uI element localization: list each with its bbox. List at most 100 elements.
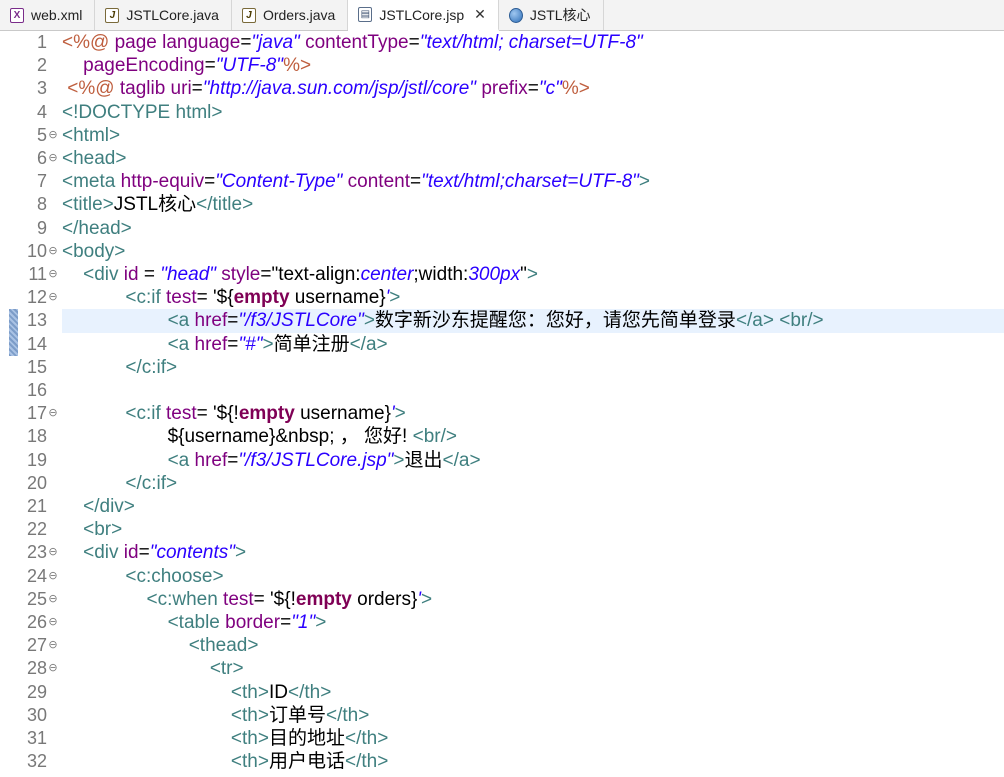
code-token: 数字新沙东提醒您：您好，请您先简单登录 <box>374 310 736 332</box>
close-tab-icon[interactable]: ✕ <box>474 6 486 23</box>
line-number: 3 <box>36 78 47 99</box>
code-token: </a> <box>442 449 481 471</box>
code-token: content <box>347 171 410 193</box>
code-line[interactable]: 1 <%@ page language="java" contentType="t… <box>0 31 1004 54</box>
code-line[interactable]: 21 </div> <box>0 495 1004 518</box>
code-line[interactable]: 32 <th>用户电话</th> <box>0 750 1004 773</box>
code-text: <div id="contents"> <box>62 541 1004 564</box>
tab-label: web.xml <box>31 7 83 23</box>
tab-web-xml[interactable]: Xweb.xml <box>0 0 96 30</box>
code-line[interactable]: 27 ⊖ <thead> <box>0 634 1004 657</box>
code-line[interactable]: 28 ⊖ <tr> <box>0 657 1004 680</box>
code-line[interactable]: 24 ⊖ <c:choose> <box>0 565 1004 588</box>
code-text: <c:when test= '${!empty orders}'> <box>62 588 1004 611</box>
code-line[interactable]: 26 ⊖ <table border="1"> <box>0 611 1004 634</box>
code-token: ID <box>268 681 288 703</box>
code-line[interactable]: 22 <br> <box>0 518 1004 541</box>
fold-toggle-icon[interactable]: ⊖ <box>48 611 58 634</box>
tab-jstlcore-jsp[interactable]: ▤ JSTLCore.jsp ✕ <box>348 0 499 31</box>
code-token: empty <box>233 287 290 309</box>
code-token: test <box>223 588 254 610</box>
code-line[interactable]: 3 <%@ taglib uri="http://java.sun.com/js… <box>0 77 1004 100</box>
code-line[interactable]: 13 <a href="/f3/JSTLCore">数字新沙东提醒您：您好，请您… <box>0 309 1004 356</box>
fold-toggle-icon[interactable]: ⊖ <box>48 541 58 564</box>
code-token: = <box>280 612 292 633</box>
code-token: > <box>363 310 375 332</box>
code-line[interactable]: 17 ⊖ <c:if test= '${!empty username}'> <box>0 402 1004 425</box>
fold-toggle-icon[interactable]: ⊖ <box>48 263 58 286</box>
line-number: 27 <box>26 635 47 656</box>
code-line[interactable]: 9 </head> <box>0 217 1004 240</box>
code-line[interactable]: 29 <th>ID</th> <box>0 681 1004 704</box>
line-number: 22 <box>26 519 47 540</box>
code-token: username} <box>294 403 391 425</box>
code-line[interactable]: 2 pageEncoding="UTF-8"%> <box>0 54 1004 77</box>
fold-toggle-icon[interactable]: ⊖ <box>48 286 58 309</box>
code-line[interactable]: 7 <meta http-equiv="Content-Type" content… <box>0 170 1004 193</box>
code-editor[interactable]: 1 <%@ page language="java" contentType="t… <box>0 31 1004 777</box>
code-token: > <box>394 403 406 425</box>
fold-toggle-icon[interactable]: ⊖ <box>48 240 58 263</box>
code-token: <a <box>167 310 195 332</box>
code-token: id <box>123 542 139 564</box>
code-token: "text/html;charset=UTF-8" <box>421 171 639 193</box>
code-line[interactable]: 31 <th>目的地址</th> <box>0 727 1004 750</box>
code-token: 300px <box>468 264 521 285</box>
code-token: = '${! <box>196 403 239 425</box>
jsp-file-icon: ▤ <box>358 7 373 22</box>
fold-toggle-icon[interactable]: ⊖ <box>48 634 58 657</box>
code-line[interactable]: 11 ⊖ <div id = "head" style="text-align:c… <box>0 263 1004 286</box>
code-text: <title>JSTL核心</title> <box>62 193 1004 216</box>
code-token: "text/html; charset=UTF-8" <box>419 32 643 53</box>
fold-toggle-icon[interactable]: ⊖ <box>48 565 58 588</box>
code-line[interactable]: 15 </c:if> <box>0 356 1004 379</box>
code-token: username} <box>289 287 386 309</box>
code-token: %> <box>561 78 590 100</box>
code-token: </th> <box>344 751 389 773</box>
code-token: </head> <box>62 217 132 239</box>
fold-toggle-icon[interactable]: ⊖ <box>48 588 58 611</box>
line-number: 20 <box>26 472 47 493</box>
tab-jstlcore-java[interactable]: J JSTLCore.java <box>95 0 232 30</box>
code-line[interactable]: 20 </c:if> <box>0 472 1004 495</box>
code-token: = <box>204 55 216 77</box>
code-line[interactable]: 10 ⊖ <body> <box>0 240 1004 263</box>
fold-toggle-icon[interactable]: ⊖ <box>48 124 58 147</box>
code-line[interactable]: 8 <title>JSTL核心</title> <box>0 193 1004 216</box>
code-line[interactable]: 18 ${username}&nbsp; ， 您好! <br/> <box>0 425 1004 448</box>
code-line[interactable]: 25 ⊖ <c:when test= '${!empty orders}'> <box>0 588 1004 611</box>
tab-jstl[interactable]: JSTL核心 <box>499 0 604 30</box>
code-text: <head> <box>62 147 1004 170</box>
code-token: = <box>527 78 539 100</box>
code-line[interactable]: 30 <th>订单号</th> <box>0 704 1004 727</box>
code-line[interactable]: 5 ⊖ <html> <box>0 124 1004 147</box>
code-line[interactable]: 4 <!DOCTYPE html> <box>0 101 1004 124</box>
code-text: <br> <box>62 518 1004 541</box>
code-token: orders} <box>351 588 418 610</box>
editor-tab-bar: Xweb.xml J JSTLCore.java J Orders.java ▤ JSTLC… <box>0 0 1004 31</box>
code-line[interactable]: 16 <box>0 379 1004 402</box>
fold-toggle-icon[interactable]: ⊖ <box>48 657 58 680</box>
code-token: 订单号 <box>268 704 326 726</box>
code-token: 目的地址 <box>268 728 345 749</box>
code-token: = <box>138 542 150 564</box>
tab-orders-java[interactable]: J Orders.java <box>232 0 349 30</box>
code-line[interactable]: 12 ⊖ <c:if test= '${empty username}'> <box>0 286 1004 309</box>
code-token: ="text-align: <box>260 264 361 285</box>
code-line[interactable]: 23 ⊖ <div id="contents"> <box>0 541 1004 564</box>
code-token: </div> <box>83 496 135 517</box>
code-line[interactable]: 19 <a href="/f3/JSTLCore.jsp">退出</a> <box>0 449 1004 472</box>
code-token: page <box>114 32 163 53</box>
code-line[interactable]: 6 ⊖ <head> <box>0 147 1004 170</box>
code-token: <thead> <box>188 635 259 657</box>
code-token: JSTL核心 <box>113 194 197 216</box>
code-text: <a href="#">简单注册</a> <box>62 333 1004 356</box>
code-token: <body> <box>62 240 126 262</box>
fold-toggle-icon[interactable]: ⊖ <box>48 402 58 425</box>
code-line[interactable]: 14 <a href="#">简单注册</a> <box>0 333 1004 356</box>
line-number: 4 <box>36 101 47 122</box>
fold-toggle-icon[interactable]: ⊖ <box>48 147 58 170</box>
